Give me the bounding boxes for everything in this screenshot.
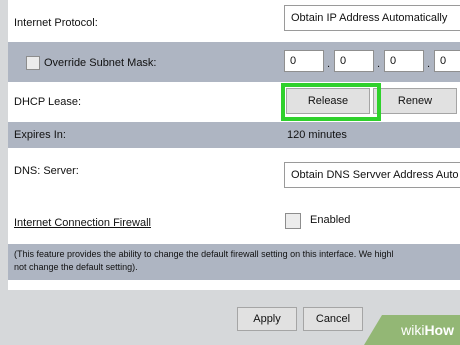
expires-row: Expires In: 120 minutes — [8, 122, 460, 148]
subnet-dot-2: . — [377, 58, 381, 70]
release-highlight-box — [281, 83, 381, 121]
internet-protocol-select-value: Obtain IP Address Automatically — [291, 12, 448, 24]
internet-protocol-label: Internet Protocol: — [14, 17, 98, 29]
firewall-note-line-1: (This feature provides the ability to ch… — [14, 249, 394, 259]
subnet-mask-row: Override Subnet Mask: 0 . 0 . 0 . 0 — [8, 42, 460, 82]
firewall-enabled-checkbox[interactable] — [285, 213, 301, 229]
firewall-enabled-label: Enabled — [310, 214, 351, 226]
firewall-row: Internet Connection Firewall Enabled — [8, 198, 460, 244]
subnet-octet-4[interactable]: 0 — [434, 50, 460, 72]
dns-server-row: DNS: Server: Obtain DNS Servver Address … — [8, 148, 460, 198]
subnet-dot-3: . — [427, 58, 431, 70]
subnet-octet-3-value: 0 — [390, 55, 397, 67]
watermark-suffix: How — [424, 322, 454, 338]
internet-protocol-row: Internet Protocol: Obtain IP Address Aut… — [8, 0, 460, 42]
firewall-note-row: (This feature provides the ability to ch… — [8, 244, 460, 280]
watermark-prefix: wiki — [401, 322, 425, 338]
expires-label: Expires In: — [14, 129, 66, 141]
dns-server-label: DNS: Server: — [14, 165, 79, 177]
subnet-octet-1[interactable]: 0 — [284, 50, 324, 72]
subnet-octet-2[interactable]: 0 — [334, 50, 374, 72]
wikihow-watermark: wikiHow — [364, 315, 460, 345]
dns-server-select-value: Obtain DNS Servver Address Auto — [291, 169, 459, 181]
settings-panel: Internet Protocol: Obtain IP Address Aut… — [8, 0, 460, 290]
subnet-octet-3[interactable]: 0 — [384, 50, 424, 72]
cancel-button[interactable]: Cancel — [303, 307, 363, 331]
expires-value: 120 minutes — [287, 129, 347, 141]
dns-server-select[interactable]: Obtain DNS Servver Address Auto — [284, 162, 460, 188]
subnet-dot-1: . — [327, 58, 331, 70]
apply-button[interactable]: Apply — [237, 307, 297, 331]
firewall-note-line-2: not change the default setting). — [14, 262, 138, 272]
override-subnet-label: Override Subnet Mask: — [44, 57, 157, 69]
dhcp-lease-label: DHCP Lease: — [14, 96, 82, 108]
firewall-link[interactable]: Internet Connection Firewall — [14, 217, 151, 229]
renew-button[interactable]: Renew — [373, 88, 457, 114]
subnet-octet-1-value: 0 — [290, 55, 297, 67]
firewall-note: (This feature provides the ability to ch… — [14, 248, 460, 274]
override-subnet-checkbox[interactable] — [26, 56, 40, 70]
subnet-octet-4-value: 0 — [440, 55, 447, 67]
internet-protocol-select[interactable]: Obtain IP Address Automatically — [284, 5, 460, 31]
subnet-octet-2-value: 0 — [340, 55, 347, 67]
